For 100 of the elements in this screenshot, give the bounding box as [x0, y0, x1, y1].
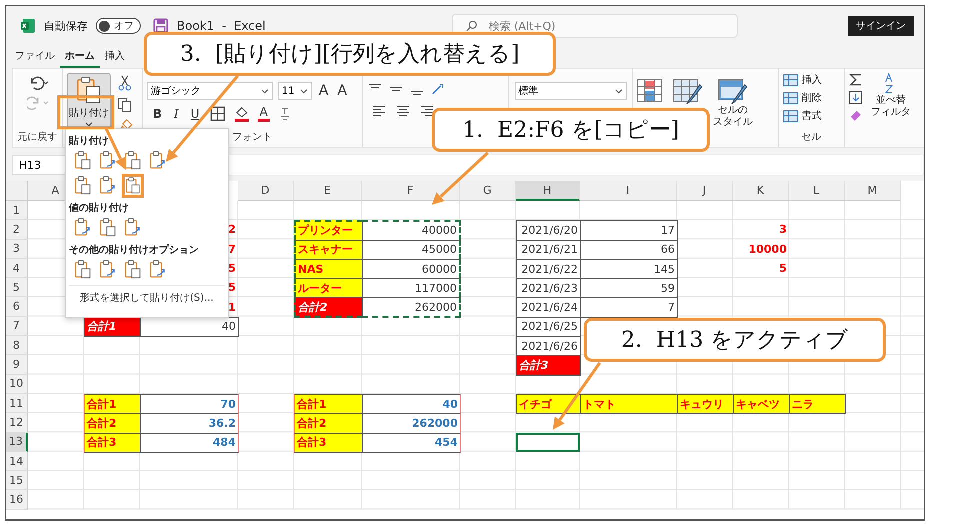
column-header[interactable]: J [677, 181, 733, 201]
autosum-icon[interactable] [849, 73, 863, 87]
cell-styles-label[interactable]: スタイル [713, 117, 753, 129]
number-format-field[interactable]: 標準 [514, 82, 626, 100]
autosave-toggle[interactable]: オフ [96, 18, 141, 34]
fill-down-icon[interactable] [849, 91, 863, 105]
sheet-cell[interactable]: 2021/6/23 [516, 278, 581, 298]
clipboard-icon [74, 175, 92, 197]
sheet-cell[interactable]: 3 [733, 220, 789, 240]
sheet-cell[interactable]: 145 [580, 258, 678, 280]
sheet-cell[interactable]: 454 [362, 432, 461, 453]
sheet-cell[interactable]: 7 [580, 297, 678, 318]
cut-icon[interactable] [118, 75, 132, 91]
sheet-cell[interactable]: 59 [580, 278, 678, 298]
sheet-cell[interactable]: 合計3 [294, 432, 363, 453]
cell-action-button[interactable]: 挿入 [802, 73, 822, 87]
sheet-cell[interactable]: 262000 [362, 413, 461, 434]
column-header[interactable]: H [516, 181, 580, 201]
cell-styles-icon[interactable] [718, 79, 748, 105]
column-header[interactable]: K [733, 181, 789, 201]
row-header[interactable]: 11 [6, 394, 28, 414]
sheet-cell[interactable]: 40 [362, 394, 461, 414]
italic-button[interactable]: I [172, 107, 181, 121]
row-header[interactable]: 1 [6, 201, 28, 220]
sheet-cell[interactable]: 66 [580, 240, 678, 260]
row-header[interactable]: 2 [6, 220, 28, 240]
sheet-cell[interactable]: 45000 [362, 240, 461, 260]
shrink-font-button[interactable]: A [336, 83, 350, 99]
column-header[interactable]: G [460, 181, 516, 201]
row-header[interactable]: 3 [6, 240, 28, 259]
paste-option-button[interactable] [122, 174, 144, 198]
sheet-cell[interactable]: 40 [140, 316, 239, 338]
active-cell[interactable] [516, 432, 580, 452]
sheet-cell[interactable]: 60000 [362, 258, 461, 280]
sort-filter-label[interactable]: フィルタ [871, 107, 911, 119]
sheet-cell[interactable]: ルーター [294, 278, 363, 298]
font-color-button[interactable]: A [258, 106, 270, 122]
font-size-field[interactable]: 11 [278, 82, 312, 100]
sheet-cell[interactable]: 2021/6/26 [516, 336, 581, 356]
cell-action-button[interactable]: 書式 [802, 109, 822, 123]
sheet-cell[interactable]: 合計3 [84, 432, 141, 453]
row-header[interactable]: 4 [6, 258, 28, 278]
column-header[interactable]: E [294, 181, 362, 201]
column-header[interactable]: I [580, 181, 677, 201]
sheet-cell[interactable]: 合計2 [294, 413, 363, 434]
sheet-cell[interactable]: スキャナー [294, 240, 363, 260]
sheet-cell[interactable]: キャベツ [733, 394, 790, 414]
sheet-cell[interactable]: 合計2 [84, 413, 141, 434]
sheet-cell[interactable]: 484 [140, 432, 239, 453]
sheet-cell[interactable]: 262000 [362, 297, 461, 318]
menu-tab[interactable]: ファイル [10, 46, 60, 68]
borders-icon[interactable] [210, 106, 226, 122]
sheet-cell[interactable]: 2021/6/24 [516, 297, 581, 318]
sheet-cell[interactable]: 2021/6/21 [516, 240, 581, 260]
sheet-cell[interactable]: キュウリ [677, 394, 734, 414]
row-header[interactable]: 6 [6, 297, 28, 317]
copy-icon[interactable] [117, 97, 133, 113]
sheet-cell[interactable]: 70 [140, 394, 239, 414]
column-header[interactable]: L [789, 181, 845, 201]
sheet-cell[interactable]: 36.2 [140, 413, 239, 434]
fill-color-icon[interactable] [234, 106, 250, 122]
column-header[interactable]: M [845, 181, 901, 201]
conditional-format-icon[interactable] [637, 79, 663, 103]
column-header[interactable]: F [362, 181, 460, 201]
sheet-cell[interactable]: ニラ [789, 394, 846, 414]
sheet-cell[interactable]: 合計2 [294, 297, 363, 318]
row-header[interactable]: 14 [6, 452, 28, 472]
sheet-cell[interactable]: 2021/6/25 [516, 316, 581, 338]
table-format-icon[interactable] [673, 79, 703, 105]
grow-font-button[interactable]: A [317, 83, 331, 99]
row-header[interactable]: 13 [6, 432, 28, 452]
sheet-cell[interactable]: 17 [580, 220, 678, 241]
row-header[interactable]: 10 [6, 374, 28, 394]
sheet-cell[interactable]: 合計3 [516, 355, 581, 376]
sheet-cell[interactable]: 5 [733, 258, 789, 278]
save-icon[interactable] [153, 18, 169, 34]
row-header[interactable]: 9 [6, 355, 28, 375]
sheet-cell[interactable]: 2021/6/20 [516, 220, 581, 241]
sheet-cell[interactable]: 10000 [733, 240, 789, 259]
sign-in-button[interactable]: サインイン [848, 16, 914, 36]
underline-button[interactable]: U [188, 107, 202, 121]
row-header[interactable]: 12 [6, 413, 28, 433]
sheet-cell[interactable]: プリンター [294, 220, 363, 241]
column-header[interactable]: D [238, 181, 294, 201]
paste-special-item[interactable]: 形式を選択して貼り付け(S)... [69, 285, 225, 305]
bold-button[interactable]: B [151, 107, 164, 121]
row-header[interactable]: 16 [6, 490, 28, 510]
cell-styles-label[interactable]: セルの [718, 105, 748, 117]
row-header[interactable]: 8 [6, 336, 28, 356]
menu-tab[interactable]: 挿入 [100, 46, 130, 68]
sheet-cell[interactable]: 117000 [362, 278, 461, 298]
row-header[interactable]: 15 [6, 471, 28, 490]
row-header[interactable]: 7 [6, 316, 28, 336]
search-field[interactable]: 検索 (Alt+Q) [452, 14, 738, 38]
font-family-field[interactable]: 游ゴシック [147, 82, 273, 100]
sheet-cell[interactable]: トマト [580, 394, 678, 414]
cell-action-button[interactable]: 削除 [802, 91, 822, 105]
sort-filter-label[interactable]: 並べ替 [876, 95, 906, 107]
row-header[interactable]: 5 [6, 278, 28, 298]
sheet-cell[interactable]: 40000 [362, 220, 461, 241]
